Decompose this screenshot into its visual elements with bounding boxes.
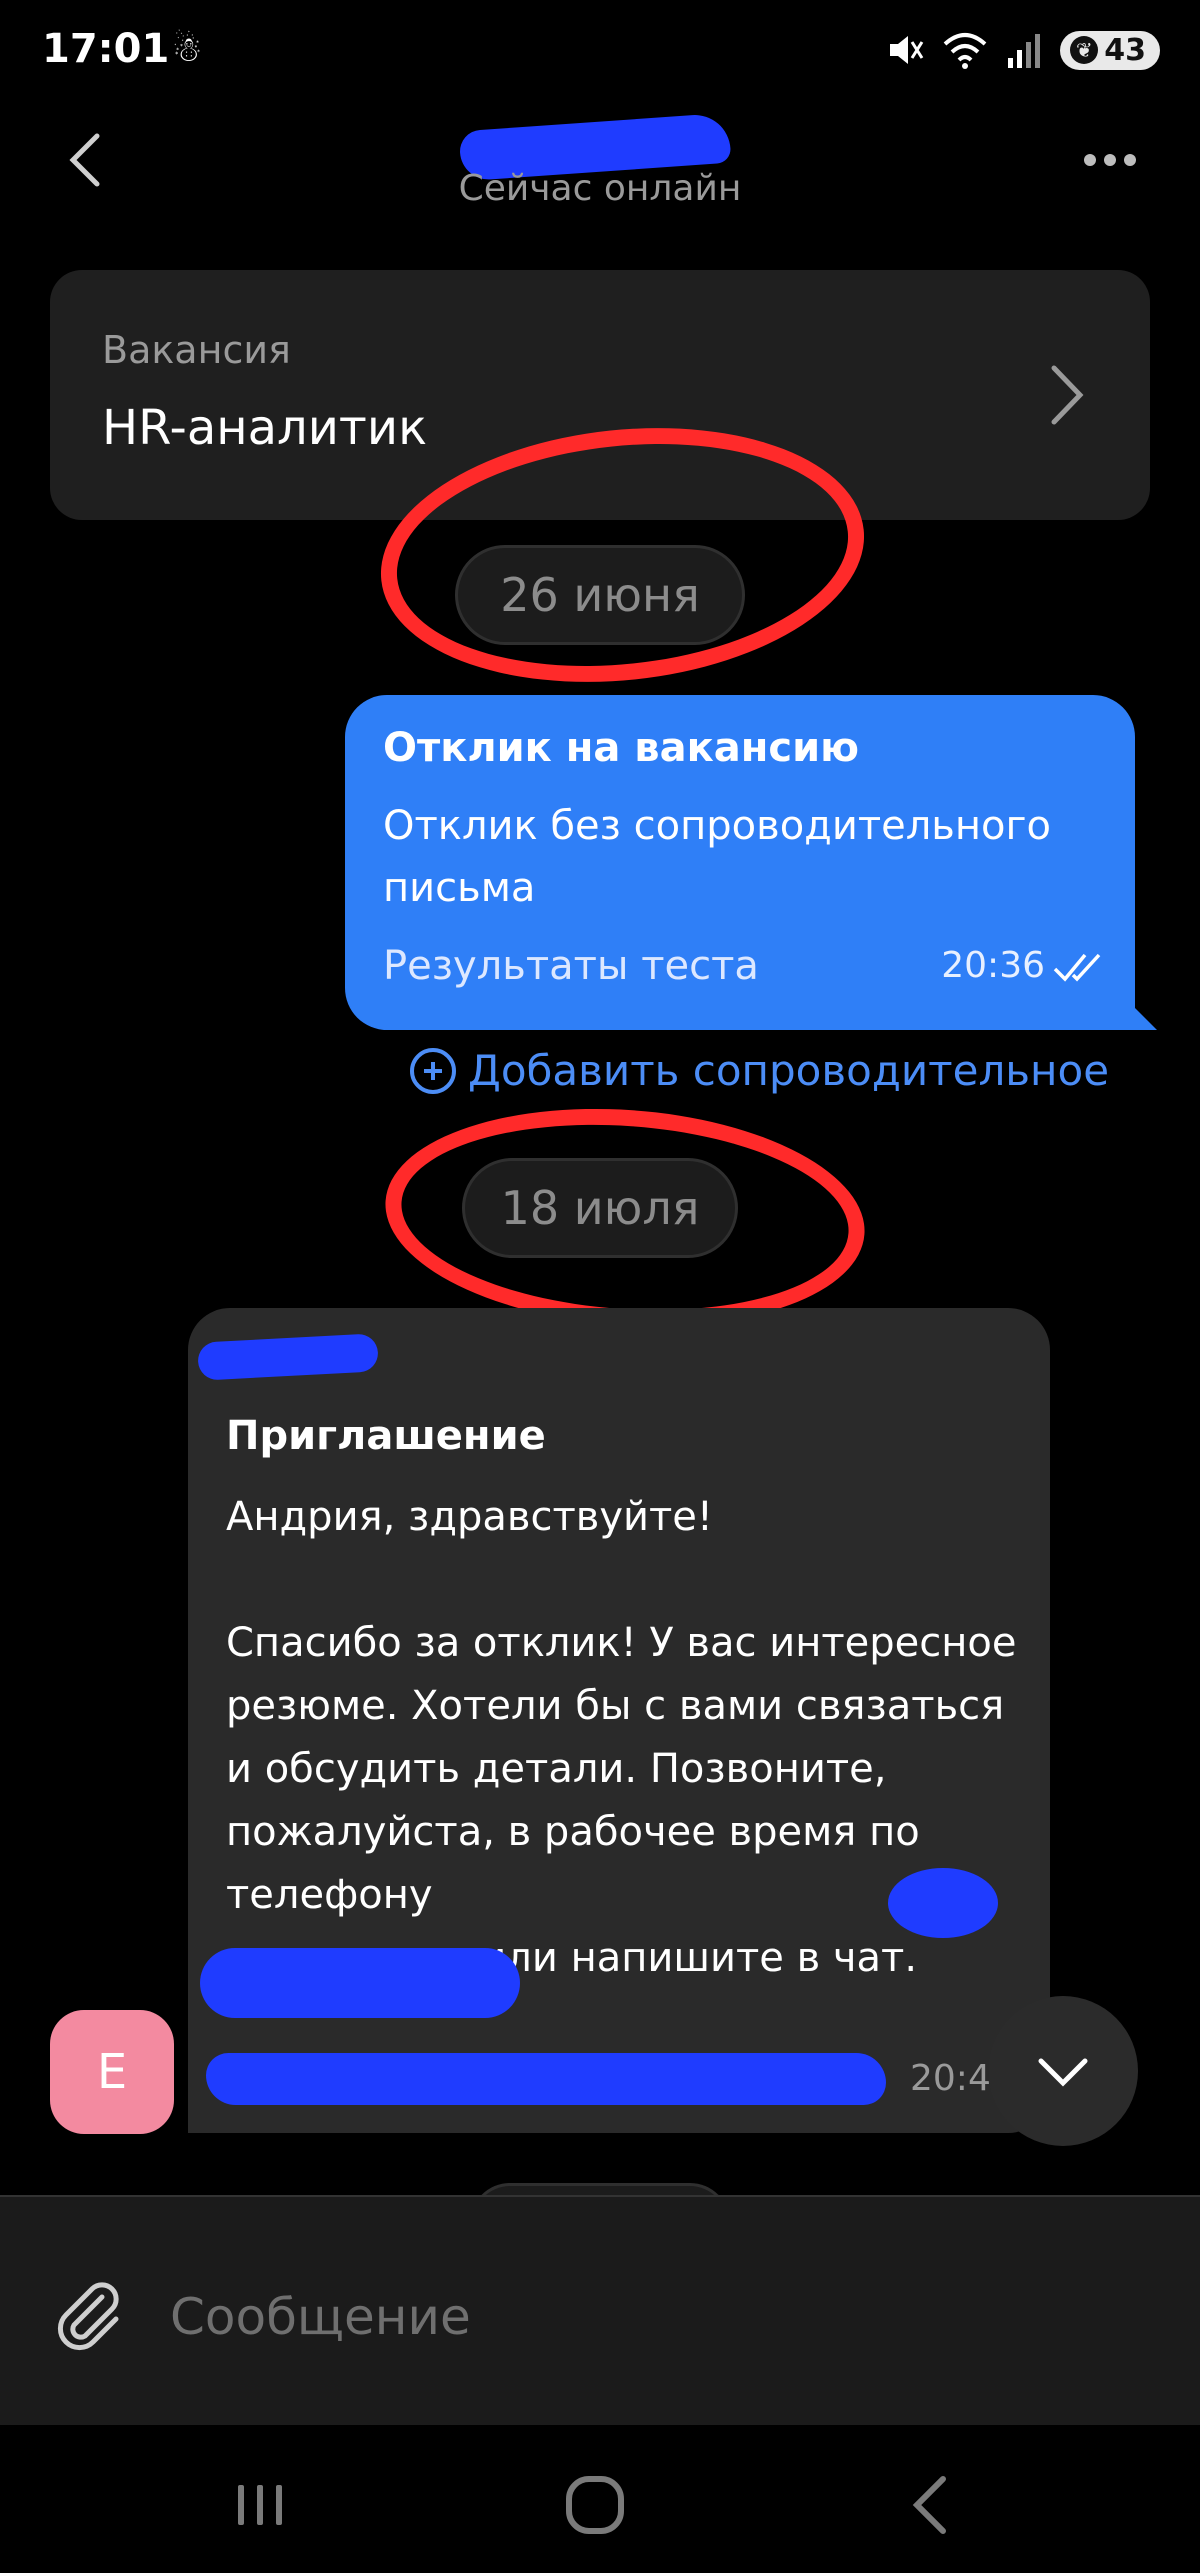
dot-icon [1124,154,1136,166]
mute-icon [890,36,924,64]
system-nav-bar [0,2425,1200,2573]
incoming-message[interactable]: Приглашение Андрия, здравствуйте! Спасиб… [188,1308,1050,2133]
message-time: 20:36 [941,945,1045,986]
chevron-down-icon [1038,2058,1088,2087]
recent-apps-button[interactable] [220,2465,300,2545]
annotation-circle [378,1093,872,1342]
battery-level: 43 [1104,32,1146,68]
recent-apps-icon [238,2485,282,2525]
contact-name[interactable] [450,110,732,182]
message-title: Отклик на вакансию [383,725,859,771]
message-body: Отклик без сопроводительного письма [383,803,1051,911]
dot-icon [1104,154,1116,166]
vacancy-label: Вакансия [102,328,291,372]
wifi-icon [943,33,987,69]
message-input[interactable] [170,2267,1070,2367]
bubble-tail [1131,1004,1157,1030]
notification-icon: ☃ [172,30,203,70]
dot-icon [1084,154,1096,166]
scroll-down-button[interactable] [988,1996,1138,2146]
back-arrow-icon [912,2476,946,2534]
home-button[interactable] [555,2465,635,2545]
plus-circle-icon [410,1047,456,1094]
message-time: 20:4 [910,2058,991,2099]
home-icon [566,2476,624,2534]
status-time: 17:01 [42,26,170,72]
outgoing-message[interactable]: Отклик на вакансию Отклик без сопроводит… [345,695,1157,1030]
power-saving-icon: ❦ [1070,36,1099,64]
paperclip-icon[interactable] [50,2277,130,2357]
add-cover-letter-label: Добавить сопроводительное [468,1046,1110,1095]
online-status: Сейчас онлайн [458,168,742,209]
vacancy-title: HR-аналитик [102,400,428,456]
redaction-scribble [888,1868,998,1938]
status-bar: 17:01 ☃ ❦ 43 [0,0,1200,110]
redaction-scribble [200,1948,520,2018]
more-options-button[interactable] [1070,130,1150,190]
signal-icon [1008,34,1041,68]
redaction-scribble [206,2053,886,2105]
system-back-button[interactable] [890,2465,970,2545]
status-icons: ❦ 43 [884,30,1160,70]
message-composer [0,2195,1200,2425]
add-cover-letter-button[interactable]: Добавить сопроводительное [410,1046,1109,1095]
message-title: Приглашение [226,1413,546,1459]
avatar[interactable]: E [50,2010,174,2134]
battery-icon: ❦ 43 [1060,30,1160,70]
chevron-right-icon [1051,365,1084,425]
double-check-icon [1053,953,1101,982]
redaction-scribble [197,1333,379,1381]
chat-header: Сейчас онлайн [0,110,1200,240]
test-results-link[interactable]: Результаты теста [383,943,759,989]
